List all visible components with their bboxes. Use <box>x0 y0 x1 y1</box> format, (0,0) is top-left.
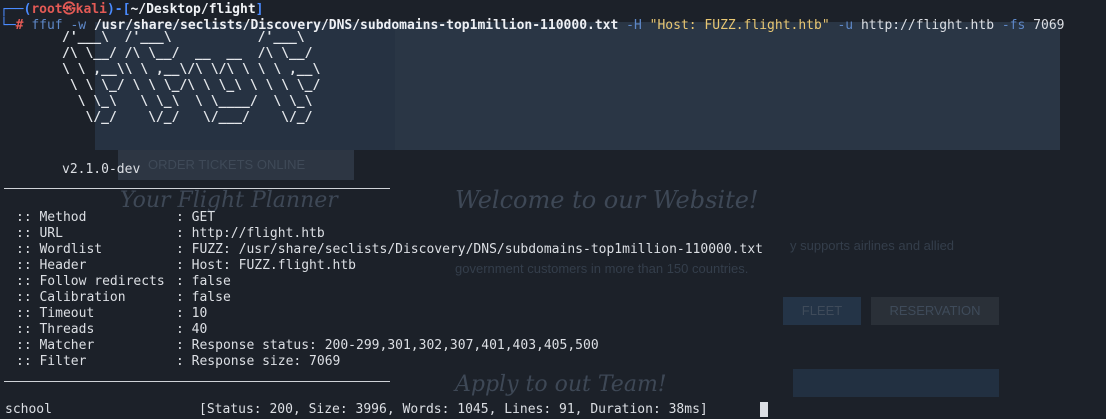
command-url: http://flight.htb <box>860 18 995 33</box>
bg-fleet-button: FLEET <box>783 297 861 325</box>
prompt-host: kali <box>75 2 107 17</box>
separator-top <box>4 188 390 189</box>
prompt-skull-icon: ㉿ <box>62 2 76 17</box>
config-row-follow-redirects: :: Follow redirects: false <box>16 274 231 289</box>
prompt-line-1: ┌──(root㉿kali)-[~/Desktop/flight] <box>0 2 264 18</box>
flag-h: -H <box>626 18 642 33</box>
prompt-corner: ┌──( <box>0 2 32 17</box>
bg-welcome-text-2: government customers in more than 150 co… <box>455 261 749 276</box>
prompt-user: root <box>31 2 63 17</box>
prompt-corner-bottom: └─ <box>0 18 16 33</box>
config-row-calibration: :: Calibration: false <box>16 290 231 305</box>
separator-bottom <box>4 381 390 382</box>
command-fs-value: 7069 <box>1033 18 1065 33</box>
result-word: school <box>5 402 52 417</box>
command-binary: ffuf <box>31 18 63 33</box>
ffuf-version: v2.1.0-dev <box>62 162 141 177</box>
config-row-matcher: :: Matcher: Response status: 200-299,301… <box>16 338 599 353</box>
bg-welcome-heading: Welcome to our Website! <box>455 186 759 214</box>
command-header-string: "Host: FUZZ.flight.htb" <box>649 18 830 33</box>
bg-welcome-text-1: y supports airlines and allied <box>790 238 955 253</box>
prompt-cwd: ~/Desktop/flight <box>130 2 256 17</box>
ffuf-ascii-banner: /'___\ /'___\ /'___\ /\ \__/ /\ \__/ __ … <box>62 30 321 125</box>
config-row-filter: :: Filter: Response size: 7069 <box>16 354 341 369</box>
config-row-wordlist: :: Wordlist: FUZZ: /usr/share/seclists/D… <box>16 242 763 257</box>
prompt-bracket: )-[ <box>106 2 131 17</box>
result-details: [Status: 200, Size: 3996, Words: 1045, L… <box>199 402 708 417</box>
config-row-url: :: URL: http://flight.htb <box>16 226 325 241</box>
flag-fs: -fs <box>1001 18 1026 33</box>
prompt-bracket-close: ] <box>255 2 264 17</box>
terminal-cursor <box>760 402 768 417</box>
config-row-method: :: Method: GET <box>16 210 216 225</box>
prompt-hash: # <box>15 18 24 33</box>
bg-reservation-button: RESERVATION <box>871 297 999 325</box>
bg-apply-heading: Apply to out Team! <box>455 372 667 397</box>
config-row-timeout: :: Timeout: 10 <box>16 306 208 321</box>
flag-u: -u <box>837 18 854 33</box>
bg-input-box <box>793 369 999 397</box>
bg-order-tickets-button: ORDER TICKETS ONLINE <box>118 150 354 180</box>
config-row-threads: :: Threads: 40 <box>16 322 208 337</box>
config-row-header: :: Header: Host: FUZZ.flight.htb <box>16 258 357 273</box>
